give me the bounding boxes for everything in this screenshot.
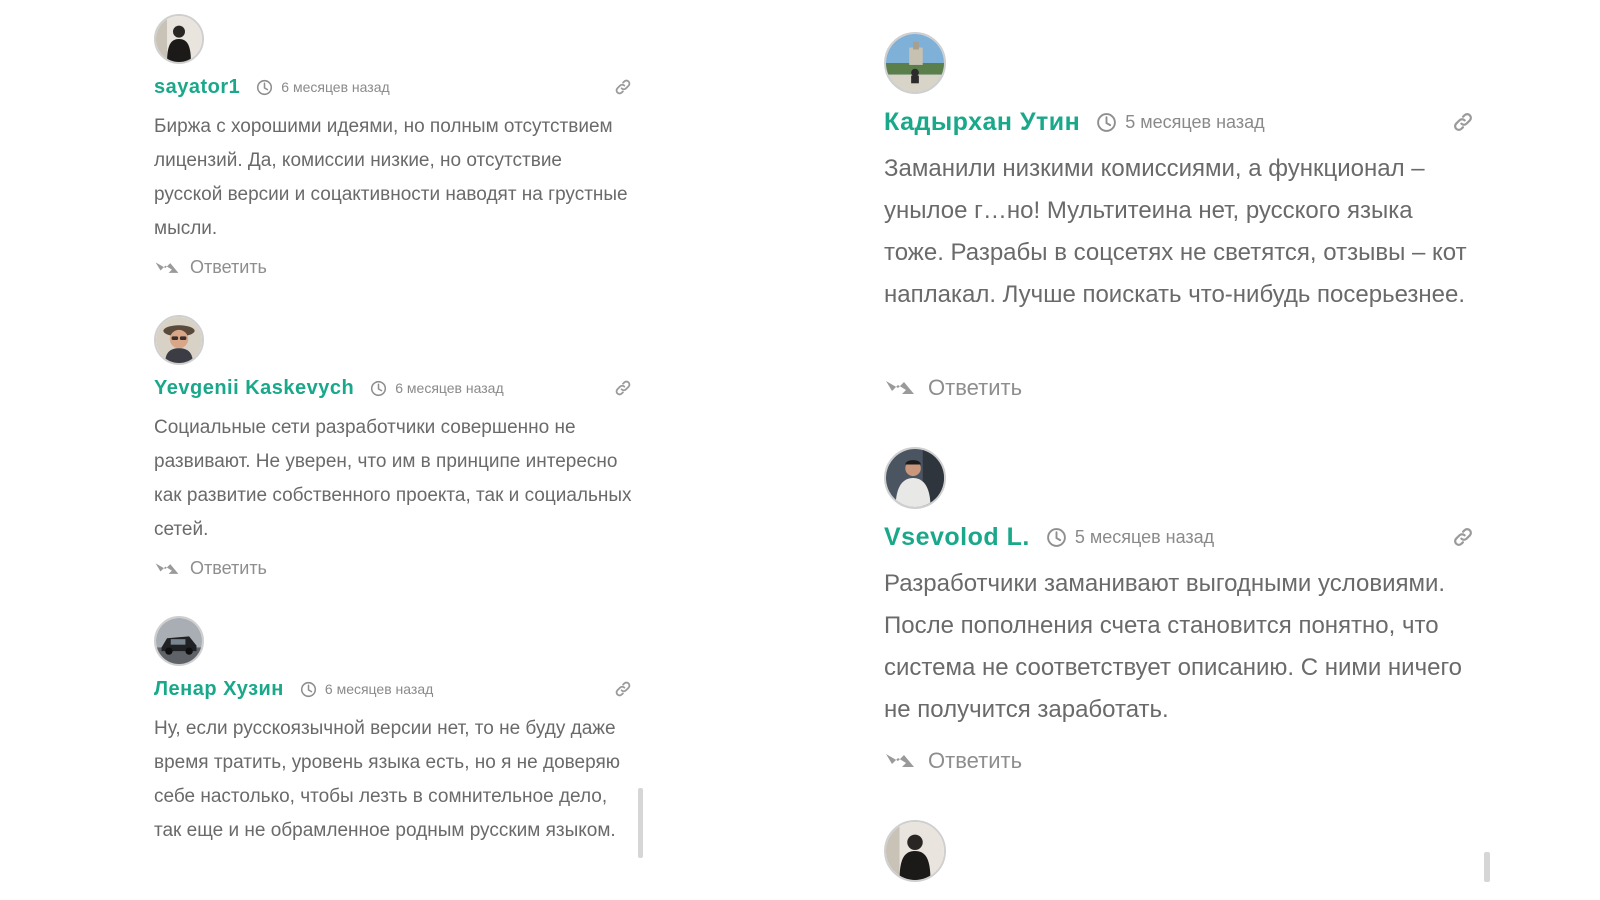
avatar[interactable] <box>884 32 946 94</box>
comment-text: Заманили низкими комиссиями, а функциона… <box>884 155 1467 308</box>
clock-icon <box>1096 112 1117 133</box>
clock-icon <box>370 380 387 397</box>
comment-text: Биржа с хорошими идеями, но полным отсут… <box>154 116 628 239</box>
comment-item: Vsevolod L. 5 месяцев назад Разработчики… <box>884 447 1474 807</box>
comment-text: Социальные сети разработчики совершенно … <box>154 417 632 540</box>
comment-meta: Yevgenii Kaskevych 6 месяцев назад <box>154 375 632 401</box>
comment-meta: Кадырхан Утин 5 месяцев назад <box>884 106 1474 138</box>
reply-arrow-icon <box>154 559 180 579</box>
avatar[interactable] <box>884 820 946 882</box>
reply-button[interactable]: Ответить <box>884 748 1022 774</box>
reply-button[interactable]: Ответить <box>154 257 267 278</box>
avatar-man-dark-jacket-icon <box>156 16 202 62</box>
link-icon[interactable] <box>614 680 632 698</box>
clock-icon <box>256 79 273 96</box>
avatar[interactable] <box>154 14 204 64</box>
avatar-man-dark-jacket-icon <box>886 822 944 880</box>
comment-text: Ну, если русскоязычной версии нет, то не… <box>154 718 620 841</box>
comment-time: 5 месяцев назад <box>1125 111 1265 132</box>
link-icon[interactable] <box>614 379 632 397</box>
comment-item: Кадырхан Утин 5 месяцев назад Заманили н… <box>884 32 1474 432</box>
comment-meta: Vsevolod L. 5 месяцев назад <box>884 521 1474 553</box>
scrollbar[interactable] <box>1484 852 1490 882</box>
avatar-man-glasses-hat-icon <box>156 317 202 363</box>
avatar-car-icon <box>156 618 202 664</box>
comment-time: 6 месяцев назад <box>281 79 390 95</box>
comment-time: 5 месяцев назад <box>1074 526 1215 547</box>
comment-meta: Ленар Хузин 6 месяцев назад <box>154 676 632 702</box>
scrollbar[interactable] <box>638 788 643 858</box>
author-name[interactable]: sayator1 <box>154 76 240 99</box>
comments-page: sayator1 6 месяцев назад Биржа с хорошим… <box>0 0 1600 900</box>
reply-label: Ответить <box>190 558 267 578</box>
reply-label: Ответить <box>928 375 1023 400</box>
comment-text: Разработчики заманивают выгодными услови… <box>884 570 1463 723</box>
comment-item: sayator1 6 месяцев назад Биржа с хорошим… <box>154 14 632 304</box>
avatar-man-white-shirt-icon <box>886 449 944 507</box>
comment-time: 6 месяцев назад <box>395 380 504 396</box>
author-name[interactable]: Yevgenii Kaskevych <box>154 377 354 400</box>
comment-item: Ленар Хузин 6 месяцев назад Ну, если рус… <box>154 616 632 900</box>
clock-icon <box>1046 527 1067 548</box>
comment-meta: sayator1 6 месяцев назад <box>154 74 632 100</box>
author-name[interactable]: Vsevolod L. <box>884 523 1030 552</box>
avatar[interactable] <box>884 447 946 509</box>
reply-label: Ответить <box>190 257 267 277</box>
avatar[interactable] <box>154 315 204 365</box>
reply-label: Ответить <box>928 748 1023 773</box>
clock-icon <box>300 681 317 698</box>
reply-button[interactable]: Ответить <box>154 558 267 579</box>
comment-item: Yevgenii Kaskevych 6 месяцев назад Социа… <box>154 315 632 605</box>
link-icon[interactable] <box>1452 526 1474 548</box>
link-icon[interactable] <box>1452 111 1474 133</box>
comment-time: 6 месяцев назад <box>324 681 434 697</box>
reply-arrow-icon <box>884 749 916 773</box>
author-name[interactable]: Кадырхан Утин <box>884 108 1080 137</box>
avatar-landscape-icon <box>886 34 944 92</box>
author-name[interactable]: Ленар Хузин <box>154 678 284 701</box>
reply-arrow-icon <box>154 258 180 278</box>
reply-arrow-icon <box>884 376 916 400</box>
reply-button[interactable]: Ответить <box>884 375 1022 401</box>
link-icon[interactable] <box>614 78 632 96</box>
avatar[interactable] <box>154 616 204 666</box>
comment-item <box>884 820 1474 900</box>
